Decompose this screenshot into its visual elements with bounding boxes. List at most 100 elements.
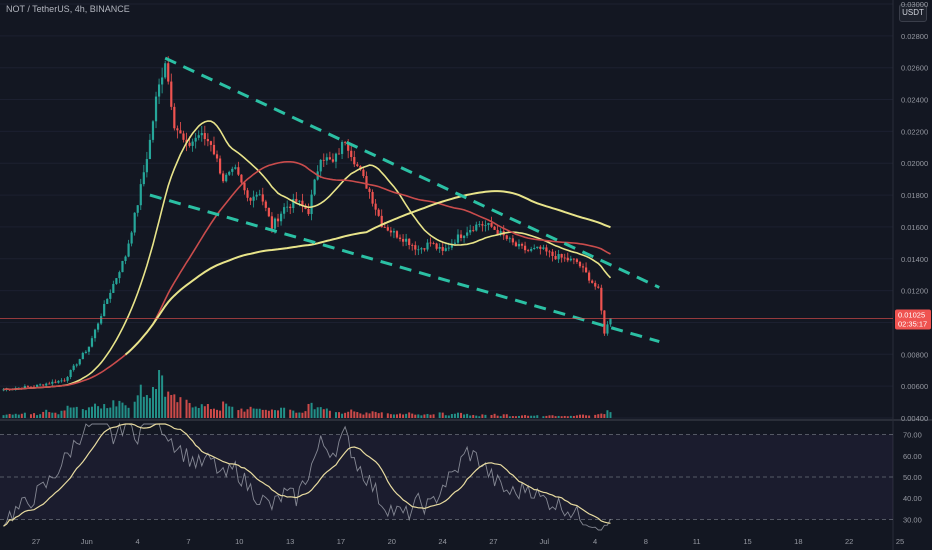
volume-bar — [219, 410, 222, 418]
candle-body — [514, 242, 518, 247]
volume-bar — [109, 407, 112, 418]
volume-bar — [191, 407, 194, 418]
candle-body — [383, 227, 386, 228]
time-tick-label: 25 — [896, 537, 904, 546]
rsi-tick-label: 30.00 — [903, 515, 922, 524]
volume-bar — [23, 412, 26, 418]
volume-bar — [90, 406, 93, 418]
volume-bar — [206, 403, 209, 418]
volume-bar — [60, 410, 63, 418]
candle-body — [286, 206, 289, 208]
time-tick-label: 27 — [489, 537, 497, 546]
candle-body — [240, 174, 243, 183]
volume-bar — [585, 415, 588, 418]
time-tick-label: Jul — [539, 537, 549, 546]
volume-bar — [395, 414, 398, 418]
volume-bar — [170, 394, 173, 418]
price-tick-label: 0.01200 — [901, 287, 928, 296]
volume-bar — [316, 407, 319, 418]
volume-bar — [456, 412, 459, 418]
candle-body — [252, 196, 255, 201]
candle-body — [447, 247, 450, 249]
candle-body — [212, 144, 216, 155]
candle-body — [188, 142, 191, 146]
chart-area[interactable]: 0.03000 0.02800 0.02600 0.02400 0.02200 0.020… — [0, 0, 932, 550]
candle-body — [66, 377, 69, 381]
time-axis: 27 Jun 4 7 10 13 17 20 24 27 Jul 4 8 11 15 18 22 25 — [32, 537, 904, 546]
candle-body — [557, 253, 560, 260]
candle-body — [319, 159, 322, 172]
candle-body — [139, 184, 142, 206]
candle-body — [472, 230, 475, 231]
volume-bar — [139, 384, 142, 418]
volume-bar — [521, 415, 524, 418]
candle-body — [438, 247, 441, 249]
volume-bar — [42, 411, 45, 418]
volume-bar — [164, 396, 167, 418]
volume-bar — [411, 413, 414, 418]
volume-bar — [582, 414, 585, 418]
candle-body — [112, 283, 115, 293]
volume-bar — [493, 413, 496, 418]
volume-bar — [569, 415, 572, 418]
candle-body — [142, 172, 145, 185]
volume-bar — [551, 415, 554, 418]
candle-body — [127, 243, 130, 257]
volume-bar — [432, 414, 435, 418]
candle-body — [520, 243, 524, 246]
candle-body — [600, 287, 603, 311]
volume-bar — [447, 415, 450, 418]
candle-body — [84, 351, 87, 353]
candle-body — [255, 194, 258, 197]
candle-body — [103, 303, 106, 317]
price-tick-label: 0.00600 — [901, 382, 928, 391]
candle-body — [414, 245, 417, 250]
volume-bar — [475, 415, 478, 418]
candle-body — [307, 208, 310, 215]
volume-bar — [264, 409, 267, 418]
candle-body — [417, 249, 420, 251]
volume-bar — [347, 411, 350, 418]
candle-body — [209, 141, 213, 145]
volume-bar — [420, 415, 423, 418]
volume-bar — [54, 412, 57, 418]
candle-body — [167, 63, 170, 82]
price-tick-label: 0.00800 — [901, 350, 928, 359]
candle-body — [136, 205, 139, 213]
candle-body — [261, 194, 264, 202]
volume-bar — [514, 416, 517, 418]
volume-bar — [94, 403, 97, 418]
volume-bar — [121, 402, 124, 418]
time-tick-label: 8 — [644, 537, 648, 546]
volume-bar — [20, 413, 23, 418]
candle-body — [325, 157, 328, 161]
candle-body — [176, 128, 179, 131]
volume-bar — [292, 410, 295, 418]
volume-bar — [103, 404, 106, 418]
volume-bar — [368, 413, 371, 418]
volume-bar — [353, 411, 356, 418]
volume-bar — [277, 410, 280, 418]
price-tick-label: 0.02400 — [901, 96, 928, 105]
countdown-label: 02:35:17 — [898, 319, 927, 328]
volume-bar — [2, 415, 5, 418]
volume-bar — [255, 408, 258, 418]
candle-body — [597, 286, 600, 288]
candle-body — [575, 259, 579, 262]
rsi-pane — [0, 422, 893, 531]
candle-body — [530, 249, 533, 251]
candle-body — [276, 218, 280, 222]
candle-body — [487, 223, 490, 226]
volume-bar — [371, 411, 374, 418]
volume-bar — [414, 414, 417, 418]
candle-body — [569, 258, 572, 261]
volume-bar — [112, 400, 115, 418]
volume-bar — [179, 397, 182, 418]
candle-body — [353, 157, 356, 165]
volume-bar — [389, 414, 392, 418]
candle-body — [206, 139, 209, 142]
volume-bar — [600, 413, 603, 418]
volume-bar — [197, 408, 200, 418]
volume-bar — [14, 413, 17, 418]
volume-bar — [8, 413, 11, 418]
